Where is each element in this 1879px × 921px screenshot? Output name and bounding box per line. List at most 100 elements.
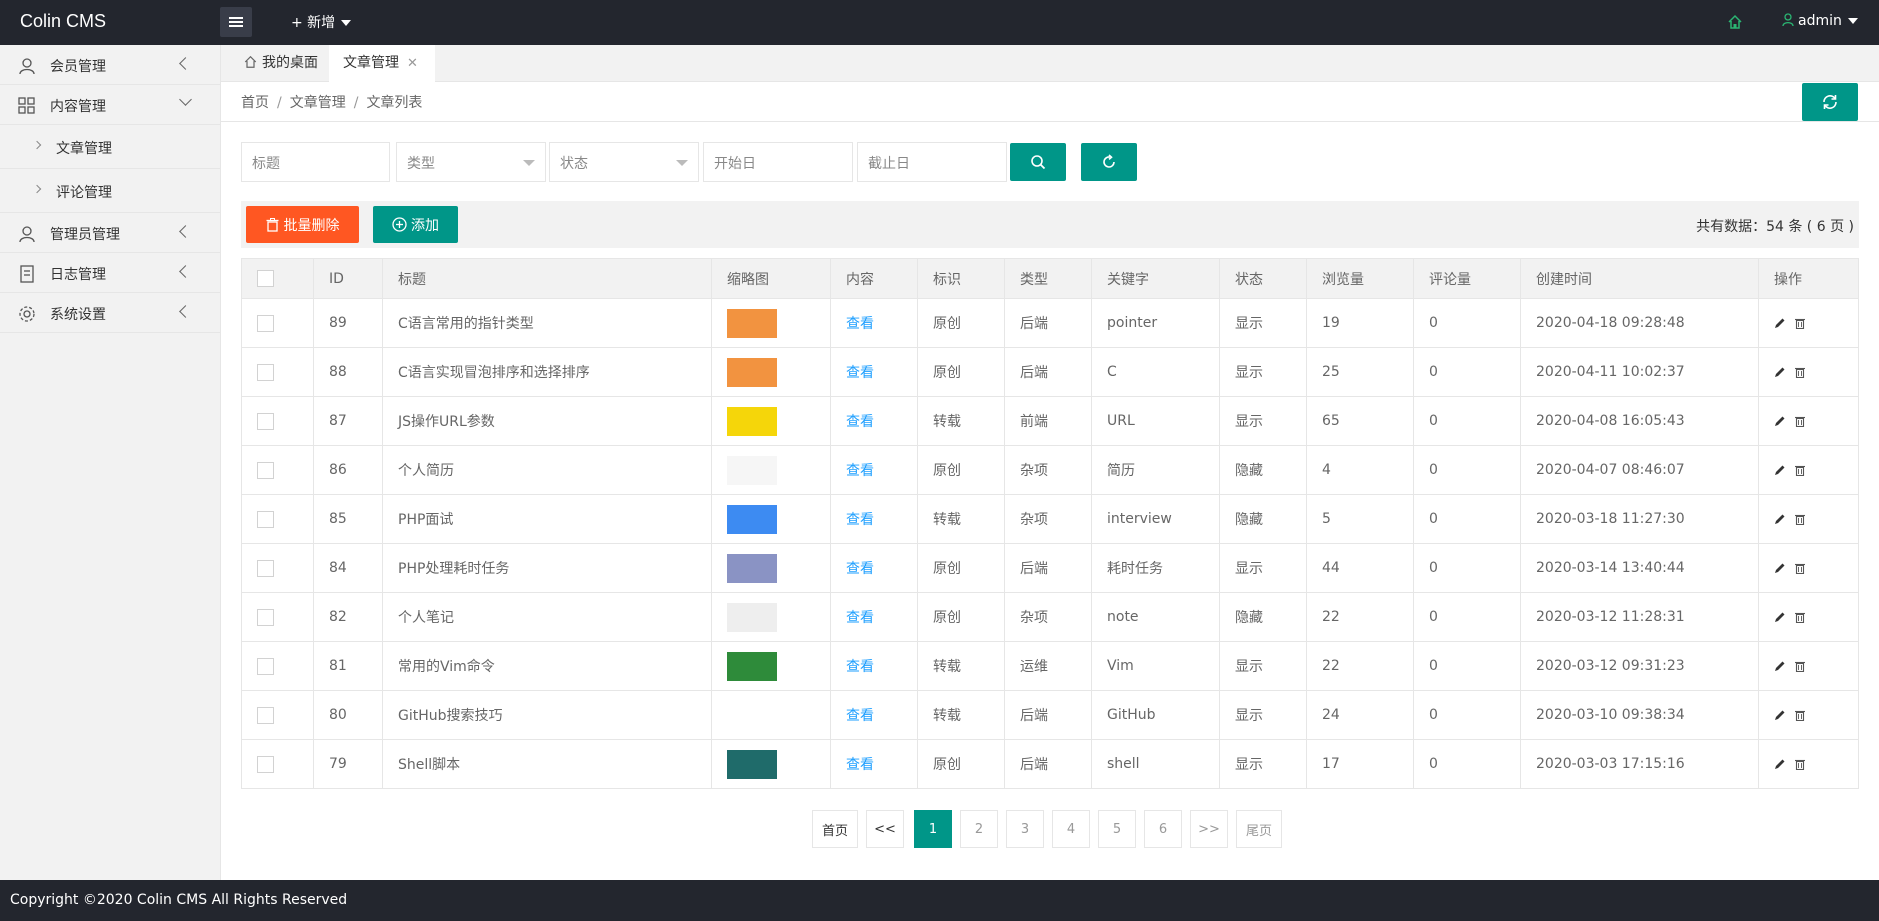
row-checkbox[interactable] (257, 706, 274, 724)
col-tag: 标识 (917, 258, 1005, 299)
row-checkbox[interactable] (257, 559, 274, 577)
row-checkbox[interactable] (257, 461, 274, 479)
search-button[interactable] (1010, 143, 1066, 181)
page-3[interactable]: 3 (1006, 810, 1044, 848)
edit-icon[interactable] (1774, 660, 1786, 672)
reset-icon (1103, 154, 1115, 168)
page-prev[interactable]: << (866, 810, 904, 848)
batch-delete-button[interactable]: 批量删除 (246, 206, 359, 243)
page-1[interactable]: 1 (914, 810, 952, 848)
page-6[interactable]: 6 (1144, 810, 1182, 848)
caret-down-icon (676, 160, 688, 166)
home-icon[interactable] (1727, 14, 1743, 30)
cell-created: 2020-03-12 11:28:31 (1520, 592, 1759, 642)
view-link[interactable]: 查看 (846, 414, 874, 430)
page-first[interactable]: 首页 (812, 810, 858, 848)
cell-tag: 转载 (917, 396, 1005, 446)
refresh-page-button[interactable] (1802, 83, 1858, 121)
sidebar-item-logs[interactable]: 日志管理 (0, 253, 220, 293)
view-link[interactable]: 查看 (846, 463, 874, 479)
cell-actions (1758, 445, 1859, 495)
cell-content: 查看 (830, 592, 918, 642)
user-icon (1782, 13, 1794, 27)
end-date-input[interactable]: 截止日 (857, 142, 1007, 182)
cell-keyword: GitHub (1091, 690, 1220, 740)
edit-icon[interactable] (1774, 464, 1786, 476)
row-checkbox[interactable] (257, 363, 274, 381)
cell-thumbnail (711, 641, 831, 691)
row-checkbox[interactable] (257, 314, 274, 332)
cell-id: 87 (313, 396, 383, 446)
edit-icon[interactable] (1774, 317, 1786, 329)
row-select-cell (241, 298, 314, 348)
type-select[interactable]: 类型 (396, 142, 546, 182)
sidebar-item-label: 会员管理 (50, 59, 106, 75)
sidebar-item-label: 系统设置 (50, 307, 106, 323)
cell-type: 杂项 (1004, 494, 1092, 544)
reset-button[interactable] (1081, 143, 1137, 181)
sidebar-item-content[interactable]: 内容管理 (0, 85, 220, 125)
cell-id: 79 (313, 739, 383, 789)
menu-toggle-button[interactable] (220, 7, 252, 37)
delete-icon[interactable] (1794, 709, 1806, 722)
delete-icon[interactable] (1794, 366, 1806, 379)
page-2[interactable]: 2 (960, 810, 998, 848)
title-input[interactable]: 标题 (241, 142, 390, 182)
title-placeholder: 标题 (252, 156, 280, 172)
sidebar: 会员管理 内容管理 文章管理 评论管理 管理员管理 日志管理 系统设置 (0, 45, 221, 880)
edit-icon[interactable] (1774, 709, 1786, 721)
sidebar-item-comments[interactable]: 评论管理 (0, 169, 220, 213)
delete-icon[interactable] (1794, 317, 1806, 330)
edit-icon[interactable] (1774, 366, 1786, 378)
cell-title: JS操作URL参数 (382, 396, 712, 446)
delete-icon[interactable] (1794, 758, 1806, 771)
delete-icon[interactable] (1794, 415, 1806, 428)
edit-icon[interactable] (1774, 611, 1786, 623)
row-checkbox[interactable] (257, 755, 274, 773)
row-checkbox[interactable] (257, 510, 274, 528)
sidebar-item-articles[interactable]: 文章管理 (0, 125, 220, 169)
close-icon[interactable]: ✕ (407, 56, 418, 71)
thumbnail-image (727, 602, 777, 632)
sidebar-item-members[interactable]: 会员管理 (0, 45, 220, 85)
row-checkbox[interactable] (257, 657, 274, 675)
tab-articles[interactable]: 文章管理 ✕ (329, 45, 435, 82)
edit-icon[interactable] (1774, 758, 1786, 770)
delete-icon[interactable] (1794, 464, 1806, 477)
page-5[interactable]: 5 (1098, 810, 1136, 848)
sidebar-item-admins[interactable]: 管理员管理 (0, 213, 220, 253)
edit-icon[interactable] (1774, 562, 1786, 574)
view-link[interactable]: 查看 (846, 512, 874, 528)
delete-icon[interactable] (1794, 611, 1806, 624)
delete-icon[interactable] (1794, 562, 1806, 575)
new-dropdown-button[interactable]: + 新增 (291, 12, 352, 32)
tab-desktop[interactable]: 我的桌面 (229, 45, 332, 82)
status-select[interactable]: 状态 (549, 142, 699, 182)
edit-icon[interactable] (1774, 415, 1786, 427)
delete-icon[interactable] (1794, 660, 1806, 673)
start-date-input[interactable]: 开始日 (703, 142, 853, 182)
breadcrumb-home[interactable]: 首页 (241, 95, 269, 111)
breadcrumb-articles[interactable]: 文章管理 (290, 95, 346, 111)
row-checkbox[interactable] (257, 608, 274, 626)
add-article-button[interactable]: 添加 (373, 206, 458, 243)
row-checkbox[interactable] (257, 412, 274, 430)
cell-title: C语言常用的指针类型 (382, 298, 712, 348)
view-link[interactable]: 查看 (846, 561, 874, 577)
cell-keyword: shell (1091, 739, 1220, 789)
view-link[interactable]: 查看 (846, 316, 874, 332)
view-link[interactable]: 查看 (846, 708, 874, 724)
page-4[interactable]: 4 (1052, 810, 1090, 848)
user-menu[interactable]: admin (1782, 13, 1858, 29)
select-all-checkbox[interactable] (257, 270, 274, 287)
view-link[interactable]: 查看 (846, 365, 874, 381)
view-link[interactable]: 查看 (846, 757, 874, 773)
page-last[interactable]: 尾页 (1236, 810, 1282, 848)
page-next[interactable]: >> (1190, 810, 1228, 848)
view-link[interactable]: 查看 (846, 659, 874, 675)
top-navbar: Colin CMS + 新增 admin (0, 0, 1879, 45)
sidebar-item-settings[interactable]: 系统设置 (0, 293, 220, 333)
view-link[interactable]: 查看 (846, 610, 874, 626)
delete-icon[interactable] (1794, 513, 1806, 526)
edit-icon[interactable] (1774, 513, 1786, 525)
